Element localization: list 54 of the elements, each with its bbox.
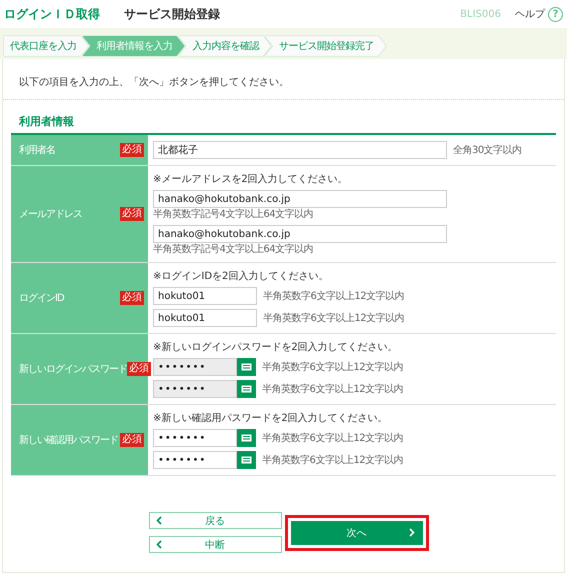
chevron-left-icon	[156, 516, 162, 525]
section-title: 利用者情報	[18, 114, 75, 130]
field-hint: 半角英数字6文字以上12文字以内	[263, 312, 404, 325]
field-label: 利用者名	[19, 144, 55, 157]
field-label: 新しいログインパスワード	[19, 362, 127, 376]
field-hint: 半角英数字6文字以上12文字以内	[262, 382, 404, 396]
input-field[interactable]: hokuto01	[153, 309, 257, 327]
keyboard-button[interactable]	[237, 429, 256, 447]
input-field[interactable]: hokuto01	[153, 287, 257, 305]
field-note: ※メールアドレスを2回入力してください。	[153, 172, 349, 186]
input-field[interactable]: 北都花子	[153, 141, 447, 159]
screen-id: BLIS006	[460, 8, 501, 20]
chevron-right-icon	[408, 528, 414, 537]
field-note: ※新しいログインパスワードを2回入力してください。	[153, 340, 399, 354]
field-hint: 半角英数字6文字以上12文字以内	[262, 360, 404, 374]
keyboard-button[interactable]	[237, 380, 256, 398]
field-label: ログインID	[19, 292, 64, 305]
step-item: サービス開始登録完了	[265, 36, 386, 56]
required-badge: 必須	[120, 207, 144, 221]
input-field[interactable]: •••••••	[153, 429, 237, 447]
step-item: 代表口座を入力	[4, 36, 88, 56]
field-label: メールアドレス	[19, 208, 82, 221]
input-field[interactable]: hanako@hokutobank.co.jp	[153, 190, 447, 208]
keyboard-icon	[241, 363, 252, 371]
field-label: 新しい確認用パスワード	[19, 434, 118, 447]
step-item: 利用者情報を入力	[82, 36, 184, 56]
keyboard-icon	[241, 456, 252, 464]
field-hint: 半角英数字6文字以上12文字以内	[263, 290, 404, 303]
required-badge: 必須	[120, 143, 144, 157]
page-title: ログインＩＤ取得	[4, 6, 100, 22]
instruction-text: 以下の項目を入力の上、「次へ」ボタンを押してください。	[18, 76, 290, 90]
field-hint: 半角英数字記号4文字以上64文字以内	[153, 209, 314, 221]
nav-button[interactable]: 中断	[148, 536, 282, 553]
keyboard-button[interactable]	[237, 451, 256, 469]
help-link[interactable]: ヘルプ	[515, 7, 545, 21]
field-hint: 半角英数字6文字以上12文字以内	[262, 454, 404, 467]
chevron-left-icon	[156, 540, 162, 549]
field-hint: 全角30文字以内	[453, 144, 522, 157]
required-badge: 必須	[127, 362, 151, 376]
field-hint: 半角英数字6文字以上12文字以内	[262, 432, 404, 445]
required-badge: 必須	[120, 291, 144, 305]
field-hint: 半角英数字記号4文字以上64文字以内	[153, 244, 314, 256]
input-field[interactable]: •••••••	[153, 451, 237, 469]
keyboard-icon	[241, 385, 252, 393]
input-field[interactable]: hanako@hokutobank.co.jp	[153, 225, 447, 243]
keyboard-icon	[241, 434, 252, 442]
next-button[interactable]: 次へ	[290, 520, 424, 546]
required-badge: 必須	[120, 433, 144, 447]
keyboard-button[interactable]	[237, 358, 256, 376]
field-note: ※ログインIDを2回入力してください。	[153, 270, 330, 283]
nav-button[interactable]: 戻る	[148, 512, 282, 529]
page-subtitle: サービス開始登録	[124, 6, 220, 22]
field-note: ※新しい確認用パスワードを2回入力してください。	[153, 412, 389, 425]
step-item: 入力内容を確認	[178, 36, 271, 56]
